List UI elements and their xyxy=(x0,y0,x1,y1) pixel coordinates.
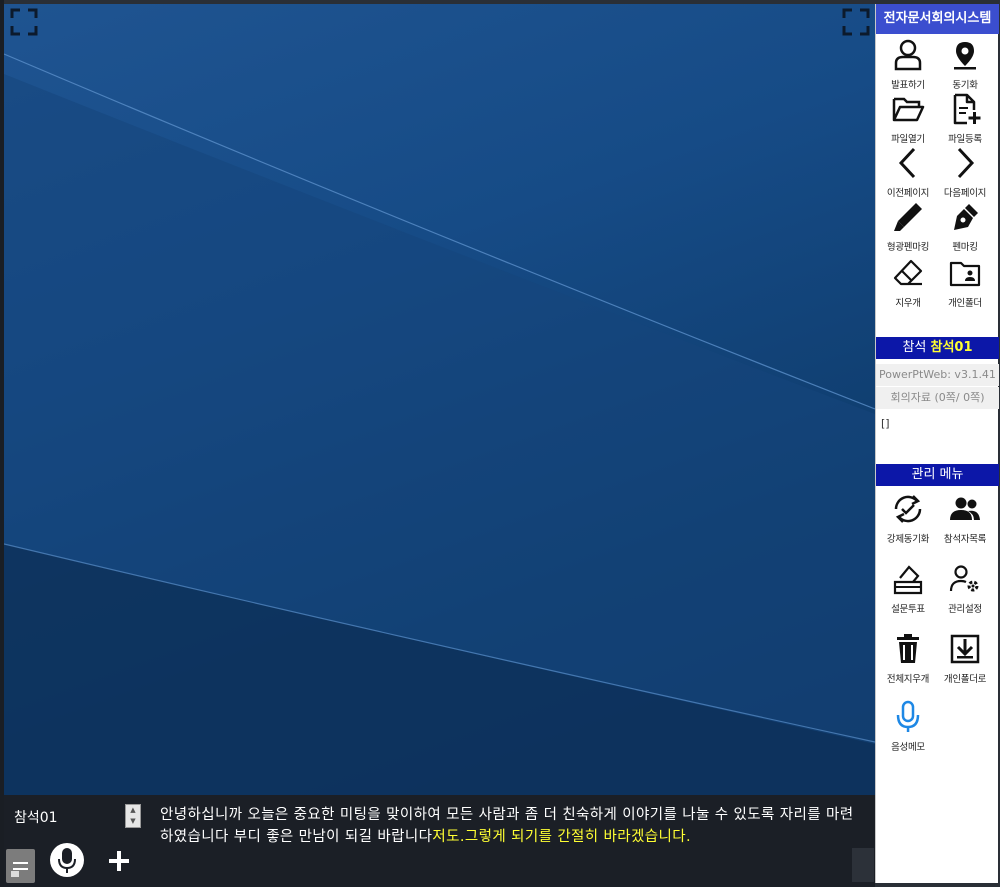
version-label: PowerPtWeb: v3.1.41 xyxy=(876,364,999,386)
attendee-name: 참석01 xyxy=(930,340,973,355)
speech-transcript: 안녕하십니까 오늘은 중요한 미팅을 맞이하여 모든 사람과 좀 더 친숙하게 … xyxy=(160,804,860,848)
eraser-label: 지우개 xyxy=(895,298,921,309)
survey-vote-button[interactable]: 설문투표 xyxy=(879,562,937,615)
eraser-button[interactable]: 지우개 xyxy=(879,256,937,309)
seat-label: 참석01 xyxy=(14,810,58,826)
add-button[interactable] xyxy=(105,847,133,875)
attendee-prefix: 참석 xyxy=(902,340,927,355)
highlighter-icon xyxy=(894,203,922,231)
highlighter-button[interactable]: 형광펜마킹 xyxy=(879,200,937,253)
attendee-header: 참석 참석01 xyxy=(876,337,999,359)
fullscreen-right-icon[interactable] xyxy=(842,8,870,36)
pen-label: 펜마킹 xyxy=(952,242,978,253)
location-pin-icon xyxy=(954,42,976,70)
sync-label: 동기화 xyxy=(952,80,978,91)
voice-memo-button[interactable]: 음성메모 xyxy=(879,700,937,753)
prev-page-label: 이전페이지 xyxy=(886,188,930,199)
force-sync-button[interactable]: 강제동기화 xyxy=(879,492,937,545)
admin-settings-label: 관리설정 xyxy=(948,604,982,615)
sync-button[interactable]: 동기화 xyxy=(936,38,994,91)
to-personal-folder-label: 개인폴더로 xyxy=(943,674,987,685)
present-label: 발표하기 xyxy=(891,80,925,91)
highlighter-label: 형광펜마킹 xyxy=(886,242,930,253)
transcript-bar: 참석01 ▲ ▼ 안녕하십니까 오늘은 중요한 미팅을 맞이하여 모든 사람과 … xyxy=(4,795,875,887)
admin-menu-header: 관리 메뉴 xyxy=(876,464,999,486)
register-file-button[interactable]: 파일등록 xyxy=(936,92,994,145)
materials-label: 회의자료 (0쪽/ 0쪽) xyxy=(876,387,999,409)
collapse-button[interactable] xyxy=(6,849,35,883)
sync-check-icon xyxy=(894,495,922,523)
spinner-down-icon[interactable]: ▼ xyxy=(126,816,140,827)
register-file-label: 파일등록 xyxy=(948,134,982,145)
scroll-handle[interactable] xyxy=(852,848,874,882)
fullscreen-icon[interactable] xyxy=(10,8,38,36)
desktop-wallpaper xyxy=(4,53,875,795)
transcript-highlight: 저도.그렇게 되기를 간절히 바라겠습니다. xyxy=(432,829,691,845)
users-icon xyxy=(950,497,980,520)
download-box-icon xyxy=(950,634,980,664)
clear-all-button[interactable]: 전체지우개 xyxy=(879,632,937,685)
ballot-box-icon xyxy=(893,565,923,595)
collapse-icon xyxy=(11,862,28,877)
raw-output: [] xyxy=(881,417,890,430)
spinner-up-icon[interactable]: ▲ xyxy=(126,805,140,816)
present-button[interactable]: 발표하기 xyxy=(879,38,937,91)
open-file-label: 파일열기 xyxy=(891,134,925,145)
microphone-icon xyxy=(896,700,920,732)
trash-icon xyxy=(897,634,919,663)
control-panel: 전자문서회의시스템 발표하기 동기화 파일열기 파일등록 이전페이지 다음페이지… xyxy=(875,4,999,883)
eraser-icon xyxy=(893,259,923,286)
file-add-icon xyxy=(953,93,981,125)
survey-vote-label: 설문투표 xyxy=(891,604,925,615)
force-sync-label: 강제동기화 xyxy=(886,534,930,545)
to-personal-folder-button[interactable]: 개인폴더로 xyxy=(936,632,994,685)
mic-button[interactable] xyxy=(50,843,84,877)
pen-button[interactable]: 펜마킹 xyxy=(936,200,994,253)
folder-user-icon xyxy=(949,261,981,287)
folder-open-icon xyxy=(892,97,925,122)
plus-icon xyxy=(109,851,129,871)
pen-nib-icon xyxy=(954,204,978,230)
user-gear-icon xyxy=(949,565,979,592)
clear-all-label: 전체지우개 xyxy=(886,674,930,685)
document-viewport[interactable] xyxy=(4,4,875,795)
attendee-list-label: 참석자목록 xyxy=(943,534,987,545)
open-file-button[interactable]: 파일열기 xyxy=(879,92,937,145)
admin-settings-button[interactable]: 관리설정 xyxy=(936,562,994,615)
personal-folder-label: 개인폴더 xyxy=(948,298,982,309)
attendee-list-button[interactable]: 참석자목록 xyxy=(936,492,994,545)
seat-spinner[interactable]: ▲ ▼ xyxy=(125,804,141,828)
chevron-left-icon xyxy=(898,147,916,179)
microphone-icon xyxy=(58,848,76,873)
chevron-right-icon xyxy=(957,147,975,179)
prev-page-button[interactable]: 이전페이지 xyxy=(879,146,937,199)
personal-folder-button[interactable]: 개인폴더 xyxy=(936,256,994,309)
person-icon xyxy=(894,39,922,71)
voice-memo-label: 음성메모 xyxy=(891,742,925,753)
next-page-button[interactable]: 다음페이지 xyxy=(936,146,994,199)
next-page-label: 다음페이지 xyxy=(943,188,987,199)
panel-title: 전자문서회의시스템 xyxy=(876,4,999,34)
